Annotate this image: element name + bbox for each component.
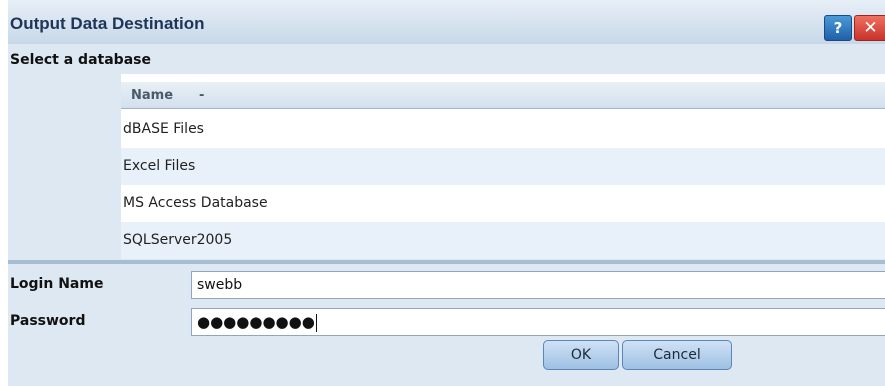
text-caret [315,314,317,332]
column-header-name[interactable]: Name [131,88,173,103]
section-divider [8,260,885,264]
table-cell-name: dBASE Files [123,121,204,137]
select-database-label: Select a database [10,52,151,68]
title-bar: Output Data Destination ? ✕ [8,0,885,44]
password-value: ●●●●●●●●● [197,313,315,331]
table-row[interactable]: dBASE Files [121,111,885,148]
ok-button[interactable]: OK [543,340,619,370]
password-label: Password [10,313,86,329]
close-icon[interactable]: ✕ [854,15,885,41]
login-name-value: swebb [197,277,243,293]
table-row[interactable]: Excel Files [121,148,885,185]
password-field[interactable]: ●●●●●●●●● [191,308,885,336]
table-cell-name: MS Access Database [123,195,268,211]
login-name-label: Login Name [10,276,104,292]
sort-indicator-icon: - [199,88,205,103]
table-row[interactable]: MS Access Database [121,185,885,222]
output-data-destination-dialog: Output Data Destination ? ✕ Select a dat… [8,0,885,386]
table-header[interactable]: Name - [121,82,885,109]
database-table: Name - dBASE Files Excel Files MS Access… [121,74,885,259]
table-cell-name: Excel Files [123,158,196,174]
table-cell-name: SQLServer2005 [123,232,233,248]
dialog-title: Output Data Destination [10,14,205,33]
table-row[interactable]: SQLServer2005 [121,222,885,259]
login-name-field[interactable]: swebb [191,271,885,299]
help-icon[interactable]: ? [824,15,852,41]
cancel-button[interactable]: Cancel [622,340,732,370]
